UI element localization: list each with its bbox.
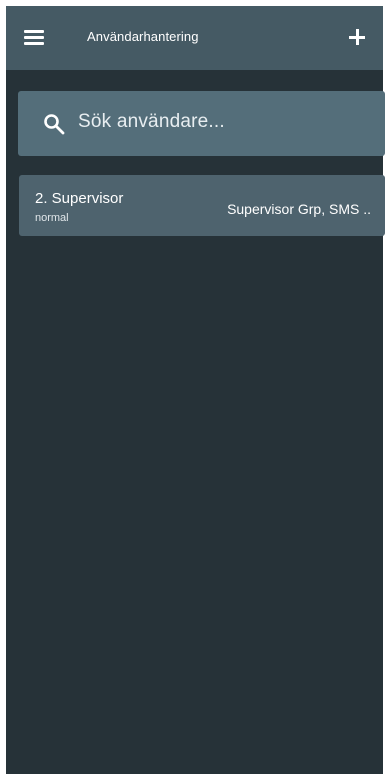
hamburger-menu-icon[interactable] — [24, 28, 48, 48]
user-type: normal — [35, 212, 69, 224]
search-placeholder: Sök användare... — [78, 111, 225, 132]
user-list-item[interactable]: 2. Supervisor normal Supervisor Grp, SMS… — [19, 175, 385, 236]
search-input[interactable]: Sök användare... — [18, 91, 385, 156]
search-icon — [44, 114, 65, 135]
app-screen: Användarhantering Sök användare... 2. Su… — [0, 0, 389, 779]
user-name: 2. Supervisor — [35, 190, 124, 207]
user-groups: Supervisor Grp, SMS .. — [227, 201, 371, 217]
app-bar: Användarhantering — [6, 6, 383, 70]
add-user-button[interactable] — [343, 23, 371, 51]
page-title: Användarhantering — [87, 29, 199, 44]
